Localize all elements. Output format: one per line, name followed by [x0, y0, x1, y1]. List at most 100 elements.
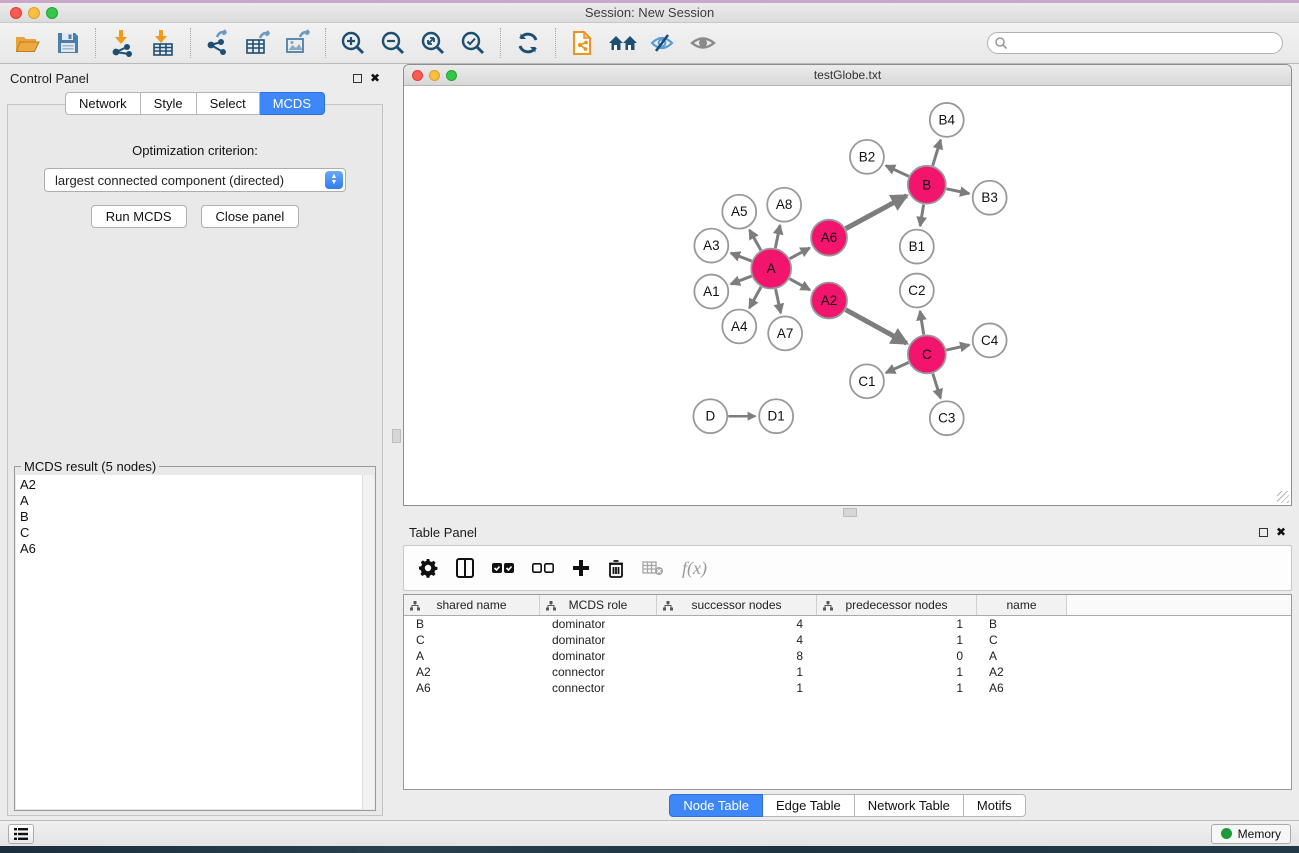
function-builder-icon[interactable]: f(x) [682, 558, 707, 579]
result-item[interactable]: A [20, 493, 358, 509]
column-header-successor-nodes[interactable]: successor nodes [657, 595, 817, 615]
delete-row-icon[interactable] [608, 559, 624, 578]
table-cell[interactable]: 1 [657, 665, 817, 679]
edge-A-A8[interactable] [775, 225, 780, 248]
deselect-all-icon[interactable] [532, 562, 554, 574]
edge-A-A6[interactable] [790, 248, 810, 259]
result-item[interactable]: A6 [20, 541, 358, 557]
export-image-icon[interactable] [278, 26, 318, 60]
task-history-button[interactable] [8, 824, 34, 844]
export-network-icon[interactable] [198, 26, 238, 60]
zoom-selected-icon[interactable] [453, 26, 493, 60]
tab-edge-table[interactable]: Edge Table [763, 794, 855, 817]
table-cell[interactable]: 8 [657, 649, 817, 663]
table-cell[interactable]: B [404, 617, 540, 631]
table-row[interactable]: A2connector11A2 [404, 664, 1291, 680]
table-cell[interactable]: dominator [540, 617, 657, 631]
edge-C-C2[interactable] [920, 311, 924, 334]
edge-B-B4[interactable] [933, 140, 941, 166]
table-row[interactable]: A6connector11A6 [404, 680, 1291, 696]
table-cell[interactable]: A2 [404, 665, 540, 679]
node-A4[interactable]: A4 [722, 309, 756, 343]
home-icon[interactable] [603, 26, 643, 60]
node-C[interactable]: C [908, 335, 946, 373]
node-A6[interactable]: A6 [811, 220, 847, 256]
node-A7[interactable]: A7 [768, 316, 802, 350]
node-B1[interactable]: B1 [900, 230, 934, 264]
table-cell[interactable]: connector [540, 665, 657, 679]
node-D[interactable]: D [693, 399, 727, 433]
zoom-out-icon[interactable] [373, 26, 413, 60]
node-B3[interactable]: B3 [973, 181, 1007, 215]
edge-B-B2[interactable] [886, 166, 909, 177]
vertical-split-divider[interactable] [390, 64, 403, 820]
node-B2[interactable]: B2 [850, 140, 884, 174]
result-scrollbar[interactable] [362, 475, 374, 809]
edge-A-A7[interactable] [776, 289, 781, 313]
edge-C-C3[interactable] [933, 373, 941, 398]
tab-style[interactable]: Style [141, 92, 197, 115]
divider-handle[interactable] [843, 508, 857, 517]
node-C3[interactable]: C3 [930, 401, 964, 435]
table-cell[interactable]: A6 [977, 681, 1067, 695]
table-cell[interactable]: dominator [540, 633, 657, 647]
column-layout-icon[interactable] [456, 558, 474, 578]
table-cell[interactable]: A2 [977, 665, 1067, 679]
tab-motifs[interactable]: Motifs [964, 794, 1026, 817]
edge-A-A5[interactable] [750, 230, 761, 250]
table-cell[interactable]: connector [540, 681, 657, 695]
node-A8[interactable]: A8 [767, 188, 801, 222]
search-input[interactable] [987, 32, 1283, 54]
table-cell[interactable]: 1 [817, 633, 977, 647]
table-cell[interactable]: 1 [817, 665, 977, 679]
horizontal-split-divider[interactable] [403, 506, 1292, 519]
edge-C-C4[interactable] [946, 345, 969, 350]
settings-gear-icon[interactable] [418, 558, 438, 578]
tab-select[interactable]: Select [197, 92, 260, 115]
run-mcds-button[interactable]: Run MCDS [91, 205, 187, 228]
table-cell[interactable]: 1 [817, 617, 977, 631]
divider-handle[interactable] [392, 429, 401, 443]
node-B4[interactable]: B4 [930, 103, 964, 137]
node-A5[interactable]: A5 [722, 195, 756, 229]
select-all-icon[interactable] [492, 562, 514, 574]
column-header-MCDS-role[interactable]: MCDS role [540, 595, 657, 615]
result-item[interactable]: B [20, 509, 358, 525]
node-A2[interactable]: A2 [811, 283, 847, 319]
edge-A-A1[interactable] [731, 276, 752, 284]
criterion-select[interactable]: largest connected component (directed) ▲… [44, 168, 346, 192]
result-item[interactable]: C [20, 525, 358, 541]
edge-B-B3[interactable] [946, 189, 969, 194]
table-row[interactable]: Adominator80A [404, 648, 1291, 664]
edge-A-A2[interactable] [790, 279, 810, 290]
memory-button[interactable]: Memory [1211, 824, 1291, 844]
add-row-icon[interactable] [572, 559, 590, 577]
table-cell[interactable]: 4 [657, 617, 817, 631]
tab-network-table[interactable]: Network Table [855, 794, 964, 817]
resize-grip-icon[interactable] [1277, 491, 1289, 503]
table-cell[interactable]: A [977, 649, 1067, 663]
tab-network[interactable]: Network [65, 92, 141, 115]
edge-B-B1[interactable] [920, 204, 923, 225]
save-session-icon[interactable] [48, 26, 88, 60]
node-A[interactable]: A [751, 249, 791, 289]
export-table-icon[interactable] [238, 26, 278, 60]
table-cell[interactable]: 1 [817, 681, 977, 695]
edge-C-C1[interactable] [886, 363, 909, 373]
table-cell[interactable]: A6 [404, 681, 540, 695]
table-cell[interactable]: 1 [657, 681, 817, 695]
table-cell[interactable]: C [404, 633, 540, 647]
close-panel-icon[interactable]: ✖ [1276, 526, 1286, 538]
node-C4[interactable]: C4 [973, 323, 1007, 357]
table-row[interactable]: Bdominator41B [404, 616, 1291, 632]
import-network-icon[interactable] [103, 26, 143, 60]
delete-table-icon[interactable] [642, 560, 664, 576]
column-header-predecessor-nodes[interactable]: predecessor nodes [817, 595, 977, 615]
float-panel-icon[interactable] [353, 74, 362, 83]
network-window-titlebar[interactable]: testGlobe.txt [404, 65, 1291, 86]
open-session-icon[interactable] [8, 26, 48, 60]
mcds-result-list[interactable]: A2ABCA6 [16, 475, 374, 809]
titlebar[interactable]: Session: New Session [0, 3, 1299, 23]
edge-A-A3[interactable] [731, 253, 752, 261]
edge-A6-B[interactable] [846, 196, 907, 229]
